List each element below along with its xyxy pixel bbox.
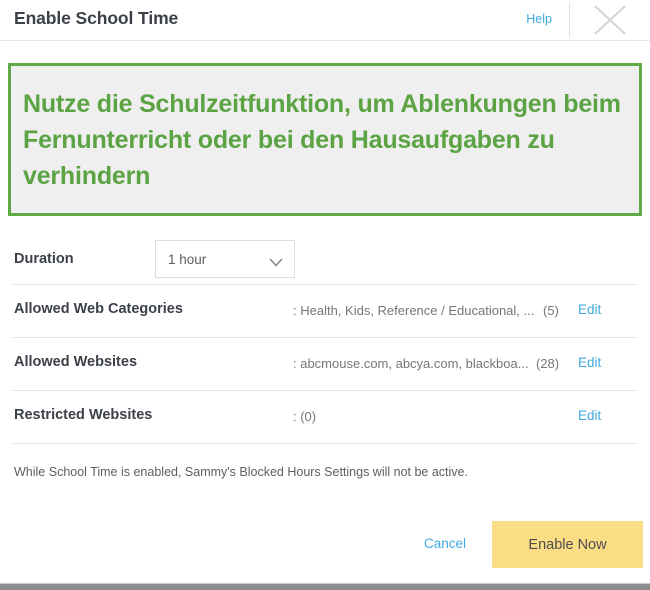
- dialog-header: Enable School Time Help: [0, 0, 650, 41]
- chevron-down-icon: [269, 254, 283, 267]
- edit-allowed-websites-link[interactable]: Edit: [578, 355, 601, 370]
- cancel-button[interactable]: Cancel: [424, 536, 466, 551]
- promo-banner: Nutze die Schulzeitfunktion, um Ablenkun…: [8, 63, 642, 216]
- help-link[interactable]: Help: [526, 12, 552, 26]
- duration-label: Duration: [14, 251, 74, 267]
- restricted-websites-label: Restricted Websites: [14, 407, 153, 423]
- allowed-web-categories-value: : Health, Kids, Reference / Educational,…: [293, 303, 535, 318]
- enable-now-button[interactable]: Enable Now: [492, 521, 643, 568]
- setting-row-allowed-web-categories: Allowed Web Categories : Health, Kids, R…: [0, 285, 650, 338]
- restricted-websites-value: : (0): [293, 409, 317, 424]
- allowed-web-categories-count: (5): [543, 303, 559, 318]
- allowed-web-categories-label: Allowed Web Categories: [14, 301, 183, 317]
- window-bottom-scrollbar[interactable]: [0, 583, 650, 590]
- row-divider: [12, 443, 638, 444]
- setting-row-allowed-websites: Allowed Websites : abcmouse.com, abcya.c…: [0, 338, 650, 391]
- edit-allowed-web-categories-link[interactable]: Edit: [578, 302, 601, 317]
- setting-row-duration: Duration 1 hour: [0, 232, 650, 284]
- school-time-note: While School Time is enabled, Sammy's Bl…: [14, 465, 468, 479]
- allowed-websites-value: : abcmouse.com, abcya.com, blackboa...: [293, 356, 529, 371]
- duration-select[interactable]: 1 hour: [155, 240, 295, 278]
- setting-row-restricted-websites: Restricted Websites : (0) Edit: [0, 391, 650, 444]
- promo-banner-text: Nutze die Schulzeitfunktion, um Ablenkun…: [23, 90, 621, 190]
- allowed-websites-count: (28): [536, 356, 560, 371]
- page-title: Enable School Time: [14, 8, 179, 28]
- header-divider: [569, 2, 570, 38]
- close-icon[interactable]: [582, 0, 638, 40]
- duration-selected-value: 1 hour: [168, 252, 207, 267]
- enable-school-time-dialog: Enable School Time Help Nutze die Schulz…: [0, 0, 650, 590]
- edit-restricted-websites-link[interactable]: Edit: [578, 408, 601, 423]
- allowed-websites-label: Allowed Websites: [14, 354, 138, 370]
